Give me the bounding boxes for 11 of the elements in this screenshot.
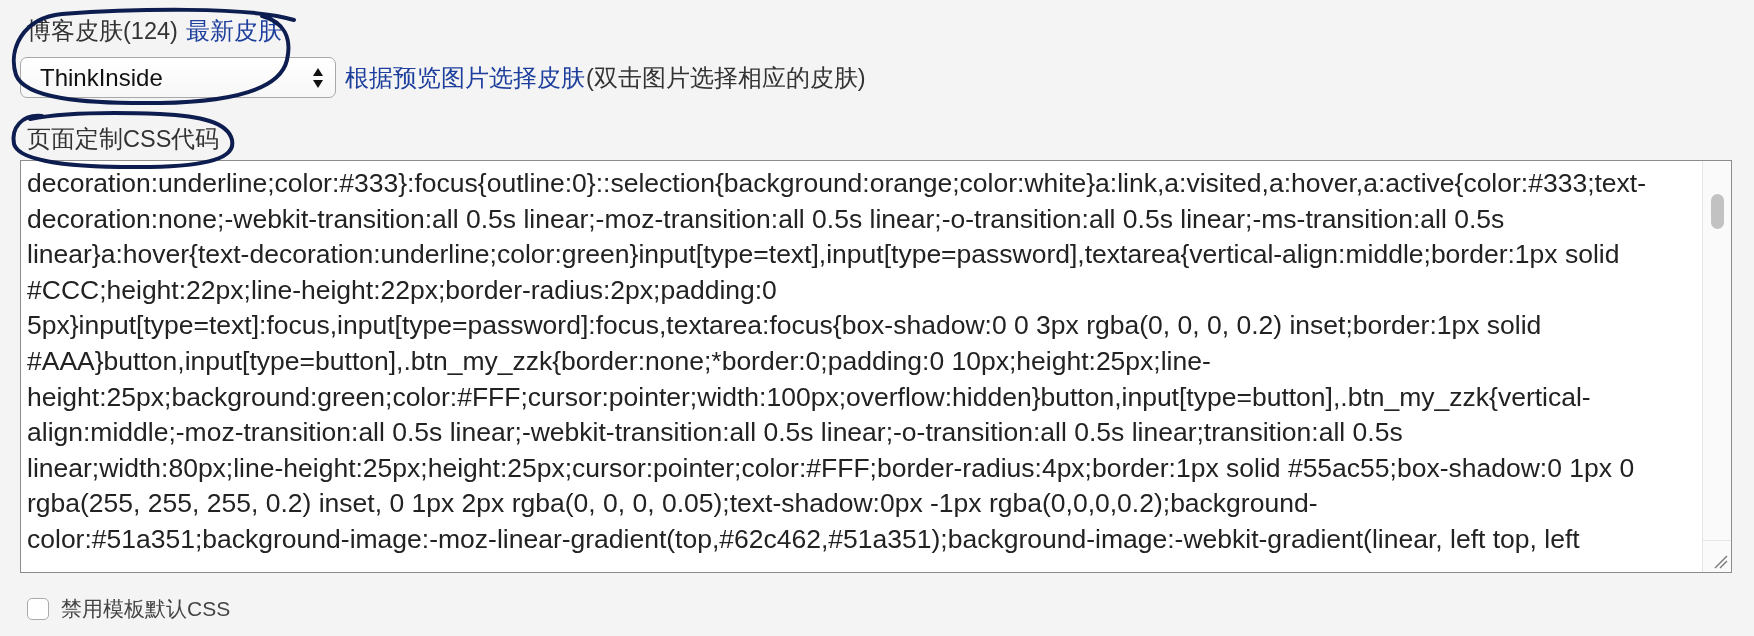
skin-hint-note: (双击图片选择相应的皮肤): [586, 63, 866, 93]
scrollbar[interactable]: [1702, 161, 1731, 572]
skin-select[interactable]: ThinkInside: [20, 57, 336, 98]
custom-css-label: 页面定制CSS代码: [27, 125, 220, 154]
resize-grip-icon[interactable]: [1714, 555, 1728, 569]
preview-skin-link[interactable]: 根据预览图片选择皮肤: [345, 62, 585, 93]
up-down-caret-icon: [313, 67, 323, 88]
scrollbar-thumb[interactable]: [1711, 194, 1724, 229]
disable-default-css-checkbox[interactable]: [27, 598, 49, 620]
checkbox-label: 禁用模板默认CSS: [61, 596, 231, 622]
css-code-field[interactable]: decoration:underline;color:#333}:focus{outline:0}::selection{background:orange;color:white}a:link,a:visited,a:hover,a:active{color:#333;text- decoration:none;-webkit-transition:all 0.5s linear;-moz-transition:all 0.5s linear;-o-transition:all 0.5s linear;-ms-transition:all 0.5s linear}a:hover{text-decoration:underline;color:green}input[type=text],input[type=password],textarea{vertical-align:middle;border:1px solid #CCC;height:22px;line-height:22px;border-radius:2px;padding:0 5px}input[type=text]:focus,input[type=password]:focus,textarea:focus{box-shadow:0 0 3px rgba(0, 0, 0, 0.2) inset;border:1px solid #AAA}button,input[type=button],.btn_my_zzk{border:none;*border:0;padding:0 10px;height:25px;line- height:25px;background:green;color:#FFF;cursor:pointer;width:100px;overflow:hidden}button,input[type=button],.btn_my_zzk{vertical- align:middle;-moz-transition:all 0.5s linear;-webkit-transition:all 0.5s linear;-o-transition:all 0.5s linear;transition:all 0.5s linear;width:80px;line-height:25px;height:25px;cursor:pointer;color:#FFF;border-radius:4px;border:1px solid #55ac55;box-shadow:0 1px 0 rgba(255, 255, 255, 0.2) inset, 0 1px 2px rgba(0, 0, 0, 0.05);text-shadow:0px -1px rgba(0,0,0,0.2);background- color:#51a351;background-image:-moz-linear-gradient(top,#62c462,#51a351);background-image:-webkit-gradient(linear, left top, left: [20, 160, 1732, 573]
